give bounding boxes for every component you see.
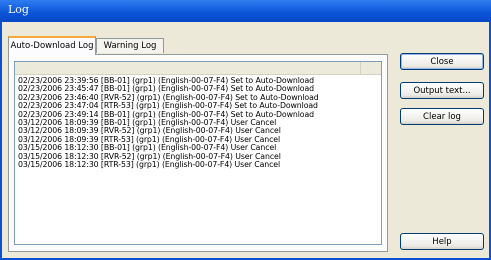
auto-download-log-panel: 02/23/2006 23:39:56 [BB-01] (grp1) (Engl… <box>8 54 388 252</box>
help-button[interactable]: Help <box>400 233 484 250</box>
output-text-button[interactable]: Output text... <box>400 82 484 99</box>
log-list[interactable]: 02/23/2006 23:39:56 [BB-01] (grp1) (Engl… <box>14 61 382 245</box>
close-button[interactable]: Close <box>400 53 484 70</box>
tab-auto-download-log[interactable]: Auto-Download Log <box>8 36 96 55</box>
window-title: Log <box>8 3 29 16</box>
list-header-column <box>360 62 381 74</box>
dialog-body: Auto-Download Log Warning Log 02/23/2006… <box>2 22 489 258</box>
tab-warning-log[interactable]: Warning Log <box>96 38 164 53</box>
list-header <box>15 62 381 75</box>
title-bar[interactable]: Log <box>0 0 491 22</box>
clear-log-button[interactable]: Clear log <box>400 108 484 125</box>
list-item[interactable]: 03/15/2006 18:12:30 [RTR-53] (grp1) (Eng… <box>18 160 319 169</box>
log-dialog: Log Auto-Download Log Warning Log 02/23/… <box>0 0 491 260</box>
log-entries: 02/23/2006 23:39:56 [BB-01] (grp1) (Engl… <box>18 76 319 169</box>
